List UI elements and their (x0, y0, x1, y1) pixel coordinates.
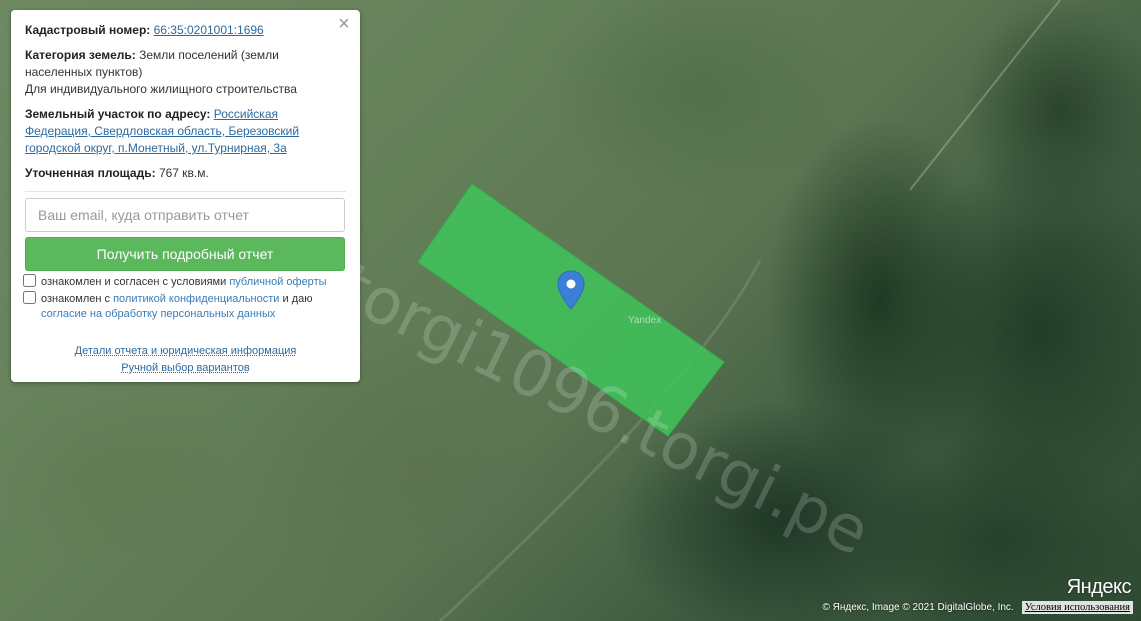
privacy-checkbox[interactable] (23, 291, 36, 304)
privacy-and-text: и даю (282, 293, 313, 305)
category-label: Категория земель: (25, 48, 136, 62)
privacy-policy-link[interactable]: политикой конфиденциальности (113, 293, 279, 305)
area-row: Уточненная площадь: 767 кв.м. (25, 165, 346, 182)
terms-of-use-link[interactable]: Условия использования (1021, 600, 1133, 614)
address-row: Земельный участок по адресу: Российская … (25, 106, 346, 157)
privacy-consent: ознакомлен с политикой конфиденциальност… (23, 291, 346, 322)
personal-data-consent-link[interactable]: согласие на обработку персональных данны… (41, 308, 275, 320)
parcel-watermark-label: Yandex (628, 315, 661, 326)
category-use: Для индивидуального жилищного строительс… (25, 82, 297, 96)
map-copyright-bar: © Яндекс, Image © 2021 DigitalGlobe, Inc… (814, 599, 1141, 615)
panel-links: Детали отчета и юридическая информация Р… (25, 343, 346, 377)
location-pin-icon[interactable] (557, 270, 585, 310)
area-value: 767 кв.м. (158, 166, 209, 180)
map-copyright: © Яндекс, Image © 2021 DigitalGlobe, Inc… (822, 601, 1014, 613)
cadastral-number-link[interactable]: 66:35:0201001:1696 (154, 23, 264, 37)
privacy-text: ознакомлен с (41, 293, 111, 305)
area-label: Уточненная площадь: (25, 166, 156, 180)
land-parcel-polygon[interactable] (417, 183, 725, 437)
cadastral-label: Кадастровый номер: (25, 23, 151, 37)
report-details-link[interactable]: Детали отчета и юридическая информация (75, 343, 297, 360)
offer-text: ознакомлен и согласен с условиями (41, 276, 227, 288)
category-row: Категория земель: Земли поселений (земли… (25, 47, 346, 98)
panel-divider (25, 191, 346, 192)
parcel-info-panel: × Кадастровый номер: 66:35:0201001:1696 … (11, 10, 360, 382)
cadastral-row: Кадастровый номер: 66:35:0201001:1696 (25, 22, 346, 39)
offer-checkbox[interactable] (23, 274, 36, 287)
address-label: Земельный участок по адресу: (25, 107, 211, 121)
map-road (909, 0, 1061, 191)
yandex-logo: Яндекс (1066, 576, 1132, 598)
offer-consent: ознакомлен и согласен с условиями публич… (23, 274, 346, 290)
manual-selection-link[interactable]: Ручной выбор вариантов (121, 360, 249, 377)
get-report-button[interactable]: Получить подробный отчет (25, 237, 345, 271)
email-input[interactable] (25, 198, 345, 232)
close-icon[interactable]: × (336, 14, 352, 34)
public-offer-link[interactable]: публичной оферты (229, 276, 326, 288)
